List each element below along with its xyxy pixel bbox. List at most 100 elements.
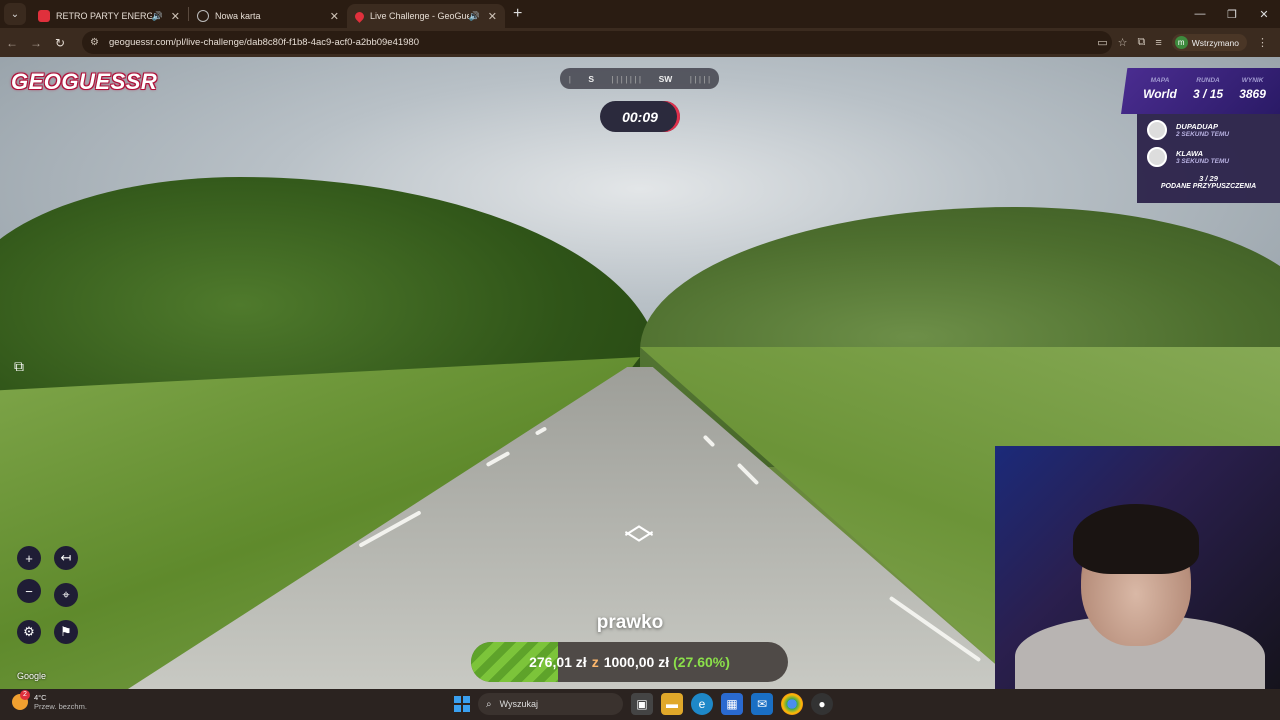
address-bar[interactable]: ⚙ geoguessr.com/pl/live-challenge/dab8c8… (82, 31, 1112, 54)
round-value: 3 / 15 (1193, 87, 1224, 101)
store-icon[interactable]: ▦ (721, 693, 743, 715)
tab-title: RETRO PARTY ENERGY 200 (56, 11, 152, 21)
score-panel: MAPA World RUNDA 3 / 15 WYNIK 3869 (1121, 68, 1280, 114)
progress-current: 276,01 zł (529, 654, 587, 670)
compass-direction-right: SW (658, 73, 673, 84)
forward-arrow-icon[interactable]: → (24, 36, 48, 50)
compass-tick: | (568, 73, 571, 84)
back-arrow-icon[interactable]: ← (0, 36, 24, 50)
bookmark-star-icon[interactable]: ☆ (1118, 36, 1128, 49)
speaker-icon[interactable]: 🔊 (152, 11, 163, 22)
player-time: 3 SEKUND TEMU (1176, 157, 1230, 165)
player-name: DUPADUAP (1176, 121, 1218, 131)
close-window-icon[interactable]: ✕ (1248, 8, 1280, 21)
settings-gear-icon[interactable]: ⚙ (17, 620, 41, 644)
weather-widget[interactable]: 2 4°C Przew. bezchm. (12, 690, 87, 711)
layers-icon[interactable]: ⧉ (14, 358, 34, 378)
avatar: m (1174, 36, 1188, 49)
profile-button[interactable]: m Wstrzymano (1171, 34, 1247, 51)
task-view-icon[interactable]: ▣ (631, 693, 653, 715)
round-label: RUNDA (1196, 77, 1220, 84)
minimize-icon[interactable]: — (1184, 8, 1216, 20)
weather-sun-icon: 2 (12, 690, 30, 710)
tab-title: Nowa karta (215, 11, 261, 21)
extensions-puzzle-icon[interactable]: ⧉ (1137, 36, 1145, 49)
restore-icon[interactable]: ❐ (1216, 8, 1248, 21)
kebab-menu-icon[interactable]: ⋮ (1257, 36, 1268, 49)
guesses-number: 3 / 29 (1199, 174, 1218, 183)
score-round: RUNDA 3 / 15 (1193, 77, 1223, 114)
geoguessr-logo: GEOGUESSR (11, 69, 158, 94)
globe-favicon-icon (197, 10, 209, 22)
geoguessr-favicon-icon (353, 9, 366, 23)
speaker-icon[interactable]: 🔊 (469, 11, 480, 22)
score-map: MAPA World (1143, 77, 1177, 114)
movement-arrows[interactable]: ︿ ﹀ (614, 510, 664, 564)
close-tab-icon[interactable]: ✕ (171, 10, 180, 23)
player-guesses-panel: DUPADUAP 2 SEKUND TEMU KLAWA 3 SEKUND TE… (1137, 114, 1280, 203)
donation-progress-bar: 276,01 zł z 1000,00 zł (27.60%) (471, 642, 788, 682)
progress-text: 276,01 zł z 1000,00 zł (27.60%) (471, 642, 788, 682)
player-name: KLAWA (1176, 148, 1204, 158)
progress-separator: z (591, 654, 599, 670)
player-time: 2 SEKUND TEMU (1176, 130, 1230, 138)
windows-start-icon[interactable] (454, 696, 470, 712)
tab-retro-party[interactable]: RETRO PARTY ENERGY 200 🔊 ✕ (30, 4, 188, 28)
browser-toolbar: ← → ↻ ⚙ geoguessr.com/pl/live-challenge/… (0, 28, 1280, 57)
app-icon[interactable]: ● (811, 693, 833, 715)
edge-icon[interactable]: e (691, 693, 713, 715)
webcam-overlay (995, 446, 1280, 689)
notification-badge: 2 (20, 690, 30, 700)
score-label: WYNIK (1241, 77, 1264, 84)
chrome-icon[interactable] (781, 693, 803, 715)
close-tab-icon[interactable]: ✕ (488, 10, 497, 23)
windows-taskbar: 2 4°C Przew. bezchm. ⌕ Wyszukaj ▣ ▬ e ▦ … (0, 689, 1280, 720)
media-control-icon[interactable]: ≡ (1155, 37, 1161, 49)
tab-title: Live Challenge - GeoGuessr (370, 11, 469, 21)
tab-live-challenge[interactable]: Live Challenge - GeoGuessr 🔊 ✕ (347, 4, 505, 28)
close-tab-icon[interactable]: ✕ (330, 10, 339, 23)
webcam-person-hair (1073, 504, 1199, 574)
compass-tick: | | | | | | | (611, 73, 642, 84)
tab-search-menu-icon[interactable]: ⌄ (4, 3, 26, 25)
zoom-in-button[interactable]: + (17, 546, 41, 570)
taskbar-center: ⌕ Wyszukaj ▣ ▬ e ▦ ✉ ● (454, 693, 833, 715)
checkpoint-pin-icon[interactable]: ⌖ (54, 583, 78, 607)
guesses-count: 3 / 29 PODANE PRZYPUSZCZENIA (1137, 174, 1280, 190)
player-row: DUPADUAP 2 SEKUND TEMU (1137, 114, 1280, 141)
guesses-label: PODANE PRZYPUSZCZENIA (1160, 183, 1257, 190)
round-timer: 00:09 (600, 101, 680, 132)
window-controls: — ❐ ✕ (1184, 0, 1280, 28)
map-label: MAPA (1150, 77, 1170, 84)
reload-icon[interactable]: ↻ (48, 36, 72, 50)
player-avatar (1147, 119, 1167, 140)
return-back-icon[interactable]: ↤ (54, 546, 78, 570)
cast-icon[interactable]: ▭ (1097, 36, 1107, 49)
move-back-arrow-icon[interactable]: ﹀ (614, 532, 664, 562)
new-tab-plus-icon[interactable]: + (513, 5, 522, 23)
google-attribution: Google (17, 671, 47, 681)
progress-total: 1000,00 zł (603, 654, 670, 670)
zoom-out-button[interactable]: − (17, 579, 41, 603)
compass-tick: | | | | | (689, 73, 711, 84)
score-value: 3869 (1239, 87, 1266, 101)
outlook-icon[interactable]: ✉ (751, 693, 773, 715)
url-text: geoguessr.com/pl/live-challenge/dab8c80f… (108, 37, 419, 48)
youtube-favicon-icon (38, 10, 50, 22)
taskbar-search[interactable]: ⌕ Wyszukaj (478, 693, 623, 715)
toolbar-right: ▭ ☆ ⧉ ≡ m Wstrzymano ⋮ (1097, 28, 1280, 57)
weather-temp: 4°C (34, 693, 47, 702)
file-explorer-icon[interactable]: ▬ (661, 693, 683, 715)
progress-percent: (27.60%) (673, 654, 730, 670)
player-avatar (1147, 146, 1167, 167)
compass-direction-left: S (588, 73, 595, 84)
stream-caption: prawko (596, 612, 664, 633)
tab-new-tab[interactable]: Nowa karta ✕ (189, 4, 347, 28)
weather-desc: Przew. bezchm. (34, 702, 87, 711)
search-placeholder: Wyszukaj (499, 699, 539, 709)
search-icon: ⌕ (486, 698, 492, 710)
site-settings-icon[interactable]: ⚙ (90, 37, 99, 48)
player-row: KLAWA 3 SEKUND TEMU (1137, 141, 1280, 168)
flag-icon[interactable]: ⚑ (54, 620, 78, 644)
compass: | S | | | | | | | SW | | | | | (560, 68, 719, 89)
